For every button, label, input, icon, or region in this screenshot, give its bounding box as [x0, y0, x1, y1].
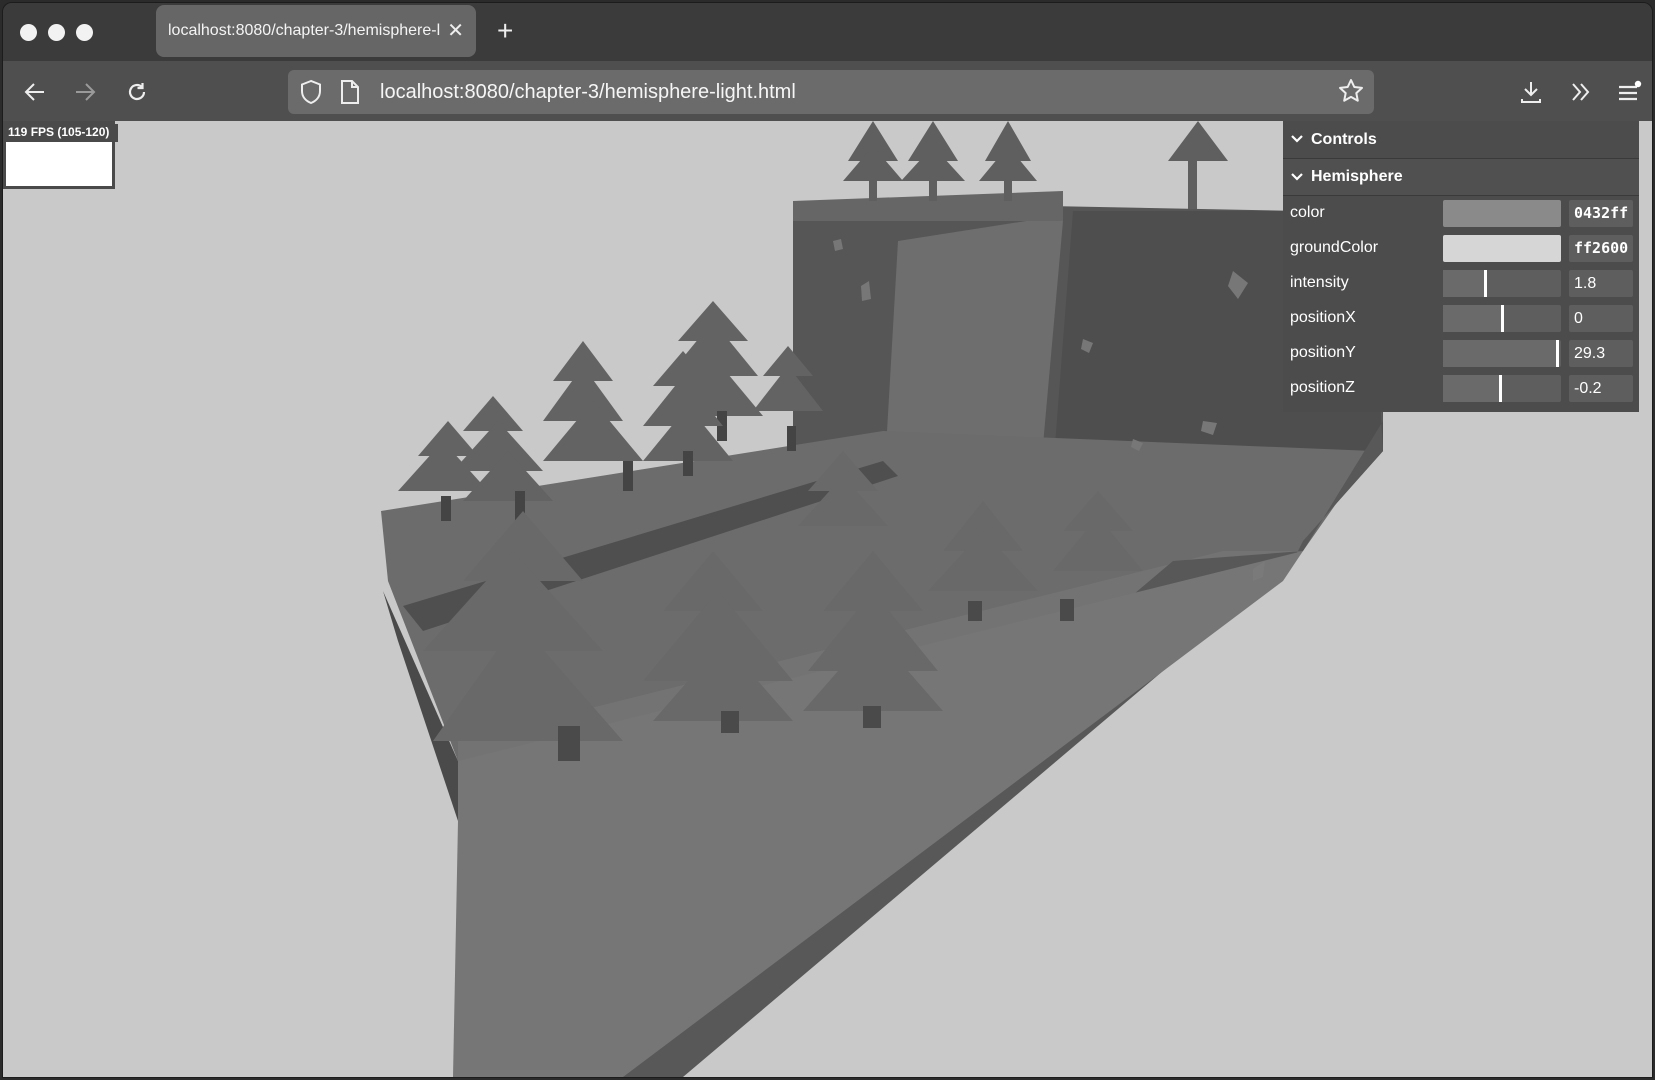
control-label: positionX	[1290, 309, 1356, 326]
fps-label: 119 FPS (105-120)	[6, 124, 118, 142]
close-window-button[interactable]	[20, 24, 37, 41]
intensity-slider[interactable]	[1443, 270, 1561, 297]
minimize-window-button[interactable]	[48, 24, 65, 41]
control-label: color	[1290, 204, 1325, 221]
more-tools-icon[interactable]	[1563, 74, 1599, 110]
ground-color-value-input[interactable]: ff2600	[1569, 235, 1633, 262]
control-row-positiony: positionY 29.3	[1283, 336, 1639, 371]
nav-bar: localhost:8080/chapter-3/hemisphere-ligh…	[3, 61, 1652, 121]
maximize-window-button[interactable]	[76, 24, 93, 41]
color-value-input[interactable]: 0432ff	[1569, 200, 1633, 227]
tab-bar: localhost:8080/chapter-3/hemisphere-ligh…	[3, 3, 1652, 61]
controls-panel: Controls Hemisphere color 0432ff groundC…	[1283, 121, 1639, 412]
hemisphere-folder-header[interactable]: Hemisphere	[1283, 159, 1639, 196]
page-content: 119 FPS (105-120) Controls Hemisphere co…	[3, 121, 1652, 1077]
url-bar[interactable]: localhost:8080/chapter-3/hemisphere-ligh…	[288, 70, 1374, 114]
slider-fill	[1443, 305, 1501, 332]
control-row-intensity: intensity 1.8	[1283, 266, 1639, 301]
bookmark-star-icon[interactable]	[1338, 78, 1364, 109]
reload-icon[interactable]	[119, 74, 155, 110]
position-z-slider[interactable]	[1443, 375, 1561, 402]
control-row-color: color 0432ff	[1283, 196, 1639, 231]
url-text[interactable]: localhost:8080/chapter-3/hemisphere-ligh…	[380, 81, 796, 104]
position-z-value-input[interactable]: -0.2	[1569, 375, 1633, 402]
new-tab-button[interactable]: +	[497, 17, 513, 45]
control-label: positionY	[1290, 344, 1356, 361]
menu-icon[interactable]	[1611, 74, 1647, 110]
slider-fill	[1443, 270, 1484, 297]
slider-thumb[interactable]	[1484, 270, 1487, 297]
fps-stats-panel: 119 FPS (105-120)	[3, 121, 118, 189]
control-label: positionZ	[1290, 379, 1355, 396]
chevron-down-icon	[1291, 170, 1305, 185]
control-label: intensity	[1290, 274, 1349, 291]
browser-tab[interactable]: localhost:8080/chapter-3/hemisphere-ligh…	[156, 5, 476, 57]
download-icon[interactable]	[1513, 74, 1549, 110]
control-row-groundcolor: groundColor ff2600	[1283, 231, 1639, 266]
control-row-positionz: positionZ -0.2	[1283, 371, 1639, 406]
tab-title: localhost:8080/chapter-3/hemisphere-ligh…	[168, 22, 441, 39]
control-row-positionx: positionX 0	[1283, 301, 1639, 336]
ground-color-swatch[interactable]	[1443, 235, 1561, 262]
slider-fill	[1443, 375, 1499, 402]
forward-icon[interactable]	[67, 74, 103, 110]
position-y-value-input[interactable]: 29.3	[1569, 340, 1633, 367]
shield-icon[interactable]	[300, 79, 322, 110]
position-y-slider[interactable]	[1443, 340, 1561, 367]
controls-title: Controls	[1311, 130, 1377, 148]
slider-thumb[interactable]	[1499, 375, 1502, 402]
page-icon	[340, 79, 360, 110]
slider-thumb[interactable]	[1501, 305, 1504, 332]
hemisphere-folder-title: Hemisphere	[1311, 168, 1403, 185]
browser-window: localhost:8080/chapter-3/hemisphere-ligh…	[2, 2, 1653, 1078]
slider-fill	[1443, 340, 1556, 367]
back-icon[interactable]	[17, 74, 53, 110]
controls-header[interactable]: Controls	[1283, 121, 1639, 159]
close-icon[interactable]: ✕	[447, 21, 464, 41]
intensity-value-input[interactable]: 1.8	[1569, 270, 1633, 297]
control-label: groundColor	[1290, 239, 1379, 256]
slider-thumb[interactable]	[1556, 340, 1559, 367]
chevron-down-icon	[1291, 132, 1305, 147]
position-x-slider[interactable]	[1443, 305, 1561, 332]
position-x-value-input[interactable]: 0	[1569, 305, 1633, 332]
color-swatch[interactable]	[1443, 200, 1561, 227]
